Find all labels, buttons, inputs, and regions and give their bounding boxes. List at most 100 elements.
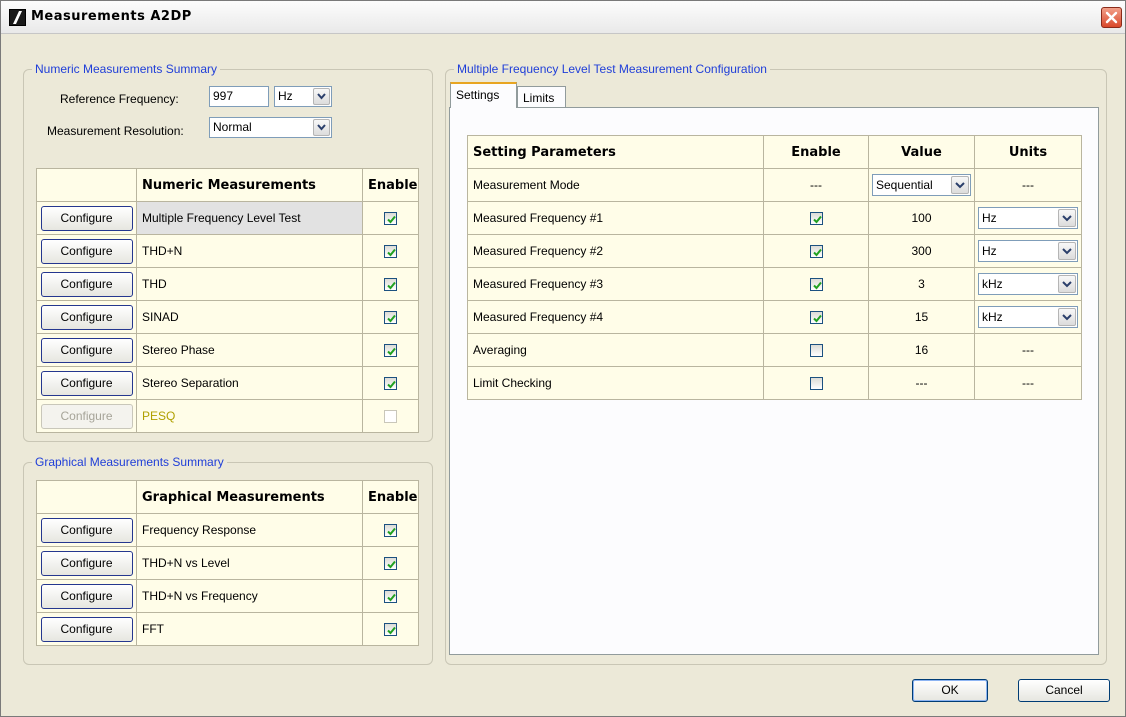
units-cell: Hz (974, 201, 1082, 235)
measurement-name[interactable]: Frequency Response (136, 513, 363, 547)
ok-button[interactable]: OK (912, 679, 988, 702)
configure-button[interactable]: Configure (40, 238, 133, 264)
value-cell[interactable]: 16 (868, 333, 975, 367)
enable-checkbox[interactable] (384, 344, 397, 358)
app-logo-icon (9, 9, 26, 26)
enable-checkbox[interactable] (809, 212, 823, 226)
enable-checkbox[interactable] (384, 311, 397, 325)
enable-checkbox[interactable] (809, 278, 823, 292)
measurements-window: Measurements A2DP Numeric Measurements S… (0, 0, 1126, 717)
configure-button[interactable]: Configure (40, 616, 133, 642)
configure-button[interactable]: Configure (40, 271, 133, 297)
chevron-down-icon[interactable] (1058, 308, 1076, 326)
configure-cell: Configure (36, 513, 137, 547)
table-row: Configure THD+N vs Frequency (36, 579, 419, 613)
cancel-button[interactable]: Cancel (1018, 679, 1110, 702)
checkmark-icon (387, 627, 396, 635)
measurement-resolution-select[interactable]: Normal (209, 117, 332, 138)
units-select[interactable]: kHz (978, 306, 1078, 328)
units-value: kHz (982, 310, 1003, 324)
configure-cell: Configure (36, 300, 137, 334)
enable-cell (763, 333, 869, 367)
header-units: Units (974, 135, 1082, 169)
enable-cell (362, 267, 419, 301)
measurement-name[interactable]: THD+N vs Frequency (136, 579, 363, 613)
checkmark-icon (387, 216, 396, 224)
measurement-mode-select[interactable]: Sequential (872, 174, 971, 196)
measurement-name[interactable]: SINAD (136, 300, 363, 334)
configure-cell: Configure (36, 546, 137, 580)
configure-cell: Configure (36, 612, 137, 646)
configure-button[interactable]: Configure (40, 517, 133, 543)
measurement-name[interactable]: FFT (136, 612, 363, 646)
units-select[interactable]: Hz (978, 207, 1078, 229)
configure-button[interactable]: Configure (40, 337, 133, 363)
reference-frequency-unit-select[interactable]: Hz (274, 86, 332, 107)
enable-checkbox[interactable] (384, 245, 397, 259)
configure-button[interactable]: Configure (40, 583, 133, 609)
units-cell: --- (974, 366, 1082, 400)
table-row: Configure Stereo Separation (36, 366, 419, 400)
chevron-down-icon[interactable] (313, 88, 330, 105)
checkmark-icon (387, 561, 396, 569)
tab-settings[interactable]: Settings (450, 82, 517, 108)
chevron-down-icon[interactable] (1058, 242, 1076, 260)
configure-button[interactable]: Configure (40, 370, 133, 396)
enable-checkbox[interactable] (384, 278, 397, 292)
enable-cell (362, 234, 419, 268)
enable-checkbox[interactable] (384, 557, 397, 571)
chevron-down-icon[interactable] (313, 119, 330, 136)
enable-cell (763, 366, 869, 400)
measurement-name[interactable]: THD+N vs Level (136, 546, 363, 580)
chevron-down-icon[interactable] (1058, 275, 1076, 293)
configure-cell: Configure (36, 579, 137, 613)
measurement-name[interactable]: THD+N (136, 234, 363, 268)
measurement-name[interactable]: PESQ (136, 399, 363, 433)
measurement-name[interactable]: Stereo Separation (136, 366, 363, 400)
configure-button[interactable]: Configure (40, 304, 133, 330)
enable-cell (362, 579, 419, 613)
graphical-measurements-table: Graphical Measurements Enable Configure F… (36, 480, 419, 646)
table-row: Measured Frequency #2 300 Hz (467, 234, 1082, 268)
reference-frequency-input[interactable]: 997 (209, 86, 269, 107)
enable-checkbox[interactable] (384, 623, 397, 637)
units-select[interactable]: kHz (978, 273, 1078, 295)
checkmark-icon (812, 216, 822, 224)
configure-button[interactable]: Configure (40, 205, 133, 231)
units-value: kHz (982, 277, 1003, 291)
measurement-name[interactable]: Stereo Phase (136, 333, 363, 367)
enable-checkbox[interactable] (384, 590, 397, 604)
enable-checkbox[interactable] (809, 377, 823, 391)
configure-button[interactable]: Configure (40, 550, 133, 576)
numeric-summary-legend: Numeric Measurements Summary (32, 62, 221, 76)
header-graphical-measurements: Graphical Measurements (136, 480, 363, 514)
units-cell: kHz (974, 300, 1082, 334)
enable-checkbox[interactable] (384, 212, 397, 226)
value-cell[interactable]: --- (868, 366, 975, 400)
chevron-down-icon[interactable] (951, 176, 969, 194)
enable-checkbox[interactable] (809, 344, 823, 358)
measurement-name[interactable]: Multiple Frequency Level Test (136, 201, 363, 235)
settings-panel: Setting Parameters Enable Value Units Me… (449, 107, 1099, 655)
value-cell[interactable]: 100 (868, 201, 975, 235)
measurement-name[interactable]: THD (136, 267, 363, 301)
tab-settings-label: Settings (456, 88, 500, 102)
enable-checkbox[interactable] (384, 524, 397, 538)
configure-cell: Configure (36, 399, 137, 433)
chevron-down-icon[interactable] (1058, 209, 1076, 227)
units-select[interactable]: Hz (978, 240, 1078, 262)
close-button[interactable] (1101, 7, 1122, 28)
tab-limits[interactable]: Limits (517, 86, 566, 108)
enable-cell (362, 300, 419, 334)
value-cell[interactable]: 300 (868, 234, 975, 268)
enable-checkbox[interactable] (809, 311, 823, 325)
enable-checkbox[interactable] (809, 245, 823, 259)
numeric-summary-group: Numeric Measurements Summary Reference F… (23, 62, 433, 442)
title-bar[interactable]: Measurements A2DP (1, 1, 1125, 34)
enable-checkbox[interactable] (384, 377, 397, 391)
value-cell[interactable]: 3 (868, 267, 975, 301)
setting-parameter: Averaging (467, 333, 764, 367)
measurement-mode-value: Sequential (876, 178, 933, 192)
tab-limits-label: Limits (523, 91, 555, 105)
value-cell[interactable]: 15 (868, 300, 975, 334)
